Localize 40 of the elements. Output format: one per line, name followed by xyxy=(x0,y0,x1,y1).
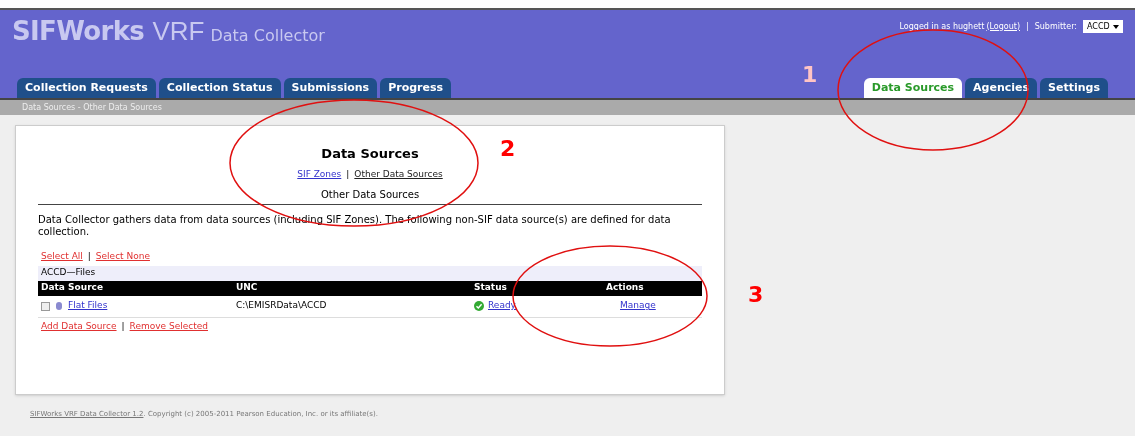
section-subtitle: Other Data Sources xyxy=(38,187,702,205)
nav-tab[interactable]: Data Sources xyxy=(863,78,963,98)
annotation-number: 2 xyxy=(500,138,516,160)
column-header: Status xyxy=(474,281,508,295)
app-subtitle: Data Collector xyxy=(210,28,325,44)
manage-link[interactable]: Manage xyxy=(596,299,699,313)
section-link[interactable]: Other Data Sources xyxy=(354,167,443,181)
database-icon xyxy=(56,302,62,310)
submitter-select[interactable]: ACCD xyxy=(1083,20,1123,33)
breadcrumb-text: Data Sources - Other Data Sources xyxy=(22,101,162,114)
nav-tab[interactable]: Settings xyxy=(1040,78,1108,98)
column-header: Actions xyxy=(605,281,645,295)
group-header: ACCD—Files xyxy=(38,265,702,281)
panel-title: Data Sources xyxy=(321,145,419,163)
separator-text: | xyxy=(87,250,91,263)
section-link[interactable]: SIF Zones xyxy=(297,167,342,181)
column-header: Data Source xyxy=(41,281,104,295)
select-link[interactable]: Select None xyxy=(95,250,150,264)
action-link[interactable]: Remove Selected xyxy=(129,319,208,333)
data-source-link[interactable]: Flat Files xyxy=(68,299,108,313)
select-link[interactable]: Select All xyxy=(41,250,83,264)
nav-tab[interactable]: Submissions xyxy=(283,78,378,98)
app-logo: SIFWorks VRF xyxy=(12,18,205,44)
annotation-number: 1 xyxy=(802,64,818,86)
submitter-label: Submitter: xyxy=(1034,20,1077,33)
nav-tab[interactable]: Progress xyxy=(380,78,452,98)
nav-tab[interactable]: Collection Requests xyxy=(17,78,156,98)
separator-text: | xyxy=(121,319,125,333)
separator-text: | xyxy=(346,167,350,181)
annotation-number: 3 xyxy=(748,284,764,306)
check-icon xyxy=(474,301,484,311)
action-link[interactable]: Add Data Source xyxy=(41,319,117,333)
logout-link[interactable]: (Logout) xyxy=(986,20,1020,33)
unc-cell-text: C:\EMISRData\ACCD xyxy=(236,299,328,313)
nav-tab[interactable]: Collection Status xyxy=(158,78,281,98)
login-text: Logged in as hughett xyxy=(899,20,985,33)
column-header: UNC xyxy=(236,281,259,295)
row-checkbox[interactable] xyxy=(41,301,50,311)
caret-icon xyxy=(1113,24,1119,29)
separator-text: | xyxy=(1026,20,1029,33)
